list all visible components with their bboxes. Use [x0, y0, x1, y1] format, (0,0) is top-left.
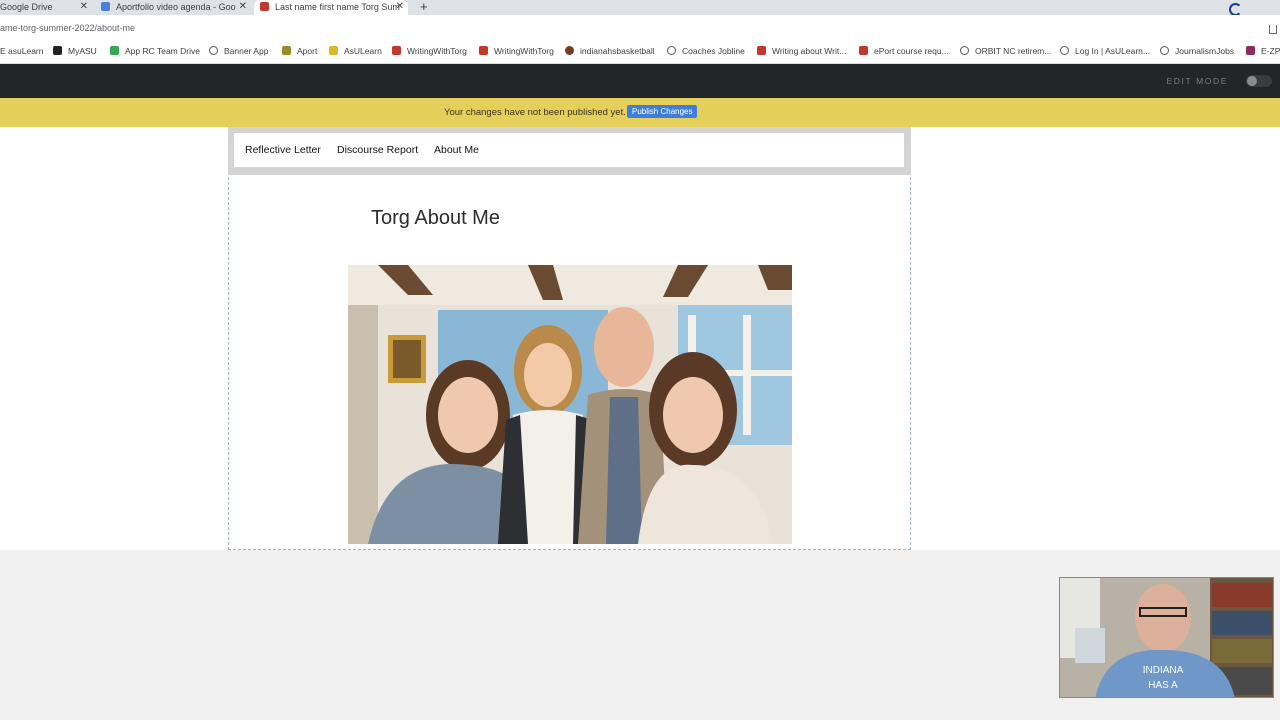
bookmark-item[interactable]: ORBIT NC retirem... [960, 46, 1051, 56]
bookmark-item[interactable]: Writing about Writ... [757, 46, 846, 56]
tab-title: Google Drive [0, 2, 53, 12]
publish-changes-button[interactable]: Publish Changes [627, 105, 698, 118]
globe-icon [1160, 46, 1169, 55]
webcam-overlay: INDIANA HAS A [1059, 577, 1274, 698]
asulearn-icon [329, 46, 338, 55]
tab-google-drive[interactable]: Google Drive ✕ [0, 0, 88, 15]
site-nav-wrapper: Reflective Letter Discourse Report About… [228, 127, 911, 175]
address-bar[interactable]: ame-torg-summer-2022/about-me [0, 15, 1280, 42]
bookmark-item[interactable]: E-ZP [1246, 46, 1280, 56]
globe-icon [1060, 46, 1069, 55]
asu-icon [53, 46, 62, 55]
banner-message: Your changes have not been published yet… [444, 107, 626, 118]
unpublished-banner: Your changes have not been published yet… [0, 98, 1280, 127]
bookmark-item[interactable]: MyASU [53, 46, 97, 56]
bookmarks-bar: E asuLearn MyASU App RC Team Drive Banne… [0, 42, 1280, 64]
editor-toolbar: EDIT MODE [0, 64, 1280, 98]
edit-mode-toggle[interactable] [1246, 75, 1272, 87]
bookmark-item[interactable]: JournalismJobs [1160, 46, 1234, 56]
toggle-knob [1247, 76, 1257, 86]
bookmark-item[interactable]: E asuLearn [0, 46, 43, 56]
bookmark-item[interactable]: Aport [282, 46, 317, 56]
writing-icon [757, 46, 766, 55]
drive-icon [110, 46, 119, 55]
close-icon[interactable]: ✕ [239, 0, 247, 14]
tab-title: Aportfolio video agenda - Goo [116, 2, 236, 12]
bookmark-item[interactable]: WritingWithTorg [392, 46, 467, 56]
bookmark-item[interactable]: indianahsbasketball [565, 46, 655, 56]
page-title: Torg About Me [371, 207, 500, 229]
globe-icon [667, 46, 676, 55]
edit-mode-label: EDIT MODE [1166, 76, 1228, 86]
docs-icon [101, 2, 110, 11]
tab-title: Last name first name Torg Sum [275, 2, 400, 12]
globe-icon [209, 46, 218, 55]
close-icon[interactable]: ✕ [80, 0, 88, 14]
bookmark-item[interactable]: Banner App [209, 46, 268, 56]
nav-about-me[interactable]: About Me [434, 144, 479, 156]
globe-icon [960, 46, 969, 55]
nav-reflective-letter[interactable]: Reflective Letter [245, 144, 321, 156]
url-text[interactable]: ame-torg-summer-2022/about-me [0, 23, 135, 33]
site-favicon-icon [392, 46, 401, 55]
share-icon[interactable] [1269, 25, 1277, 34]
nav-discourse-report[interactable]: Discourse Report [337, 144, 418, 156]
close-icon[interactable]: ✕ [396, 0, 404, 14]
bookmark-item[interactable]: ePort course requ... [859, 46, 949, 56]
tab-aportfolio-agenda[interactable]: Aportfolio video agenda - Goo ✕ [101, 0, 247, 15]
site-favicon-icon [260, 2, 269, 11]
bookmark-item[interactable]: WritingWithTorg [479, 46, 554, 56]
bookmark-item[interactable]: Log In | AsULearn... [1060, 46, 1150, 56]
eport-icon [859, 46, 868, 55]
new-tab-plus-icon[interactable]: + [420, 0, 428, 14]
bookmark-item[interactable]: App RC Team Drive [110, 46, 200, 56]
family-photo [348, 265, 792, 544]
tab-torg-about-me[interactable]: Last name first name Torg Sum ✕ [254, 0, 408, 15]
bookmark-item[interactable]: Coaches Jobline [667, 46, 745, 56]
shirt-text-line1: INDIANA [1143, 665, 1184, 676]
ezp-icon [1246, 46, 1255, 55]
basketball-icon [565, 46, 574, 55]
site-nav: Reflective Letter Discourse Report About… [234, 133, 904, 167]
shirt-text-line2: HAS A [1148, 680, 1178, 691]
bookmark-item[interactable]: AsULearn [329, 46, 382, 56]
aport-icon [282, 46, 291, 55]
browser-tab-strip: Google Drive ✕ Aportfolio video agenda -… [0, 0, 1280, 16]
site-favicon-icon [479, 46, 488, 55]
